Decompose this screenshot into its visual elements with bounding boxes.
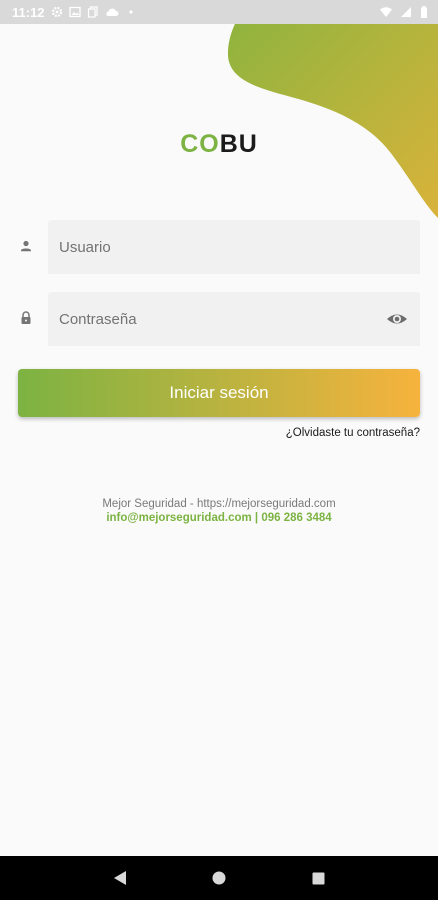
back-triangle-icon [113,871,126,885]
footer-contact[interactable]: info@mejorseguridad.com | 096 286 3484 [0,511,438,525]
back-button[interactable] [100,858,140,898]
person-icon [21,240,31,252]
image-icon [68,6,81,18]
username-row [0,220,438,274]
home-circle-icon [212,871,226,885]
forgot-password-link[interactable]: ¿Olvidaste tu contraseña? [286,427,420,439]
navigation-bar [0,856,438,900]
lock-icon [21,311,31,324]
footer: Mejor Seguridad - https://mejorseguridad… [0,497,438,525]
password-input[interactable] [59,292,379,346]
status-bar: 11:12 [0,0,438,24]
recents-square-icon [312,872,325,884]
password-row [0,292,438,346]
wifi-icon [380,7,392,17]
cloud-icon [105,8,119,16]
login-button[interactable]: Iniciar sesión [18,369,420,417]
settings-icon [51,6,62,18]
battery-icon [421,6,427,18]
copy-icon [87,6,98,18]
recents-button[interactable] [298,858,338,898]
decorative-blob [228,0,438,218]
status-time: 11:12 [12,4,45,20]
eye-icon[interactable] [386,309,408,329]
username-input[interactable] [59,220,379,274]
logo-part-co: CO [180,130,220,158]
footer-company: Mejor Seguridad - https://mejorseguridad… [102,498,336,510]
notification-dot-icon [128,10,133,14]
home-button[interactable] [199,858,239,898]
username-field-container[interactable] [48,220,420,274]
logo-part-bu: BU [219,130,258,158]
app-logo: COBU [0,130,438,159]
signal-icon [401,7,411,17]
password-field-container[interactable] [48,292,420,346]
